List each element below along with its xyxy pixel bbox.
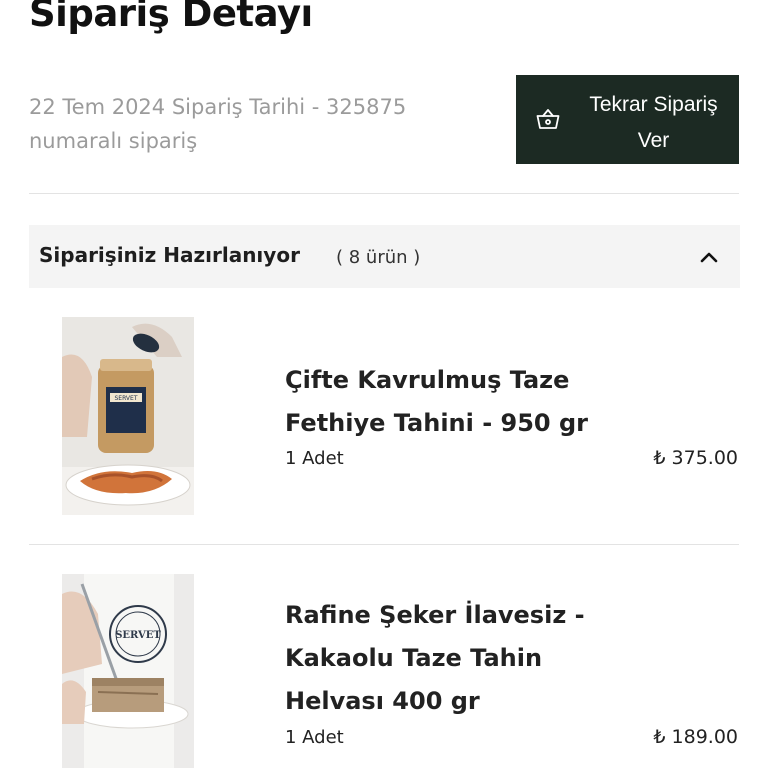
product-name[interactable]: Çifte Kavrulmuş Taze Fethiye Tahini - 95… — [285, 359, 615, 445]
divider — [29, 193, 739, 194]
product-count: ( 8 ürün ) — [336, 247, 421, 268]
jar-label-text: SERVET — [114, 395, 137, 402]
product-image[interactable]: SERVET — [62, 574, 194, 768]
page-title: Sipariş Detayı — [29, 0, 313, 35]
product-quantity: 1 Adet — [285, 448, 344, 469]
reorder-button-label: Tekrar Sipariş Ver — [589, 93, 718, 152]
order-status-accordion[interactable]: Siparişiniz Hazırlanıyor ( 8 ürün ) — [29, 225, 740, 288]
reorder-button[interactable]: Tekrar Sipariş Ver — [516, 75, 739, 164]
apron-logo-text: SERVET — [115, 630, 161, 641]
product-price: ₺ 375.00 — [653, 447, 738, 469]
product-quantity: 1 Adet — [285, 727, 344, 748]
product-image[interactable]: SERVET — [62, 317, 194, 515]
divider — [29, 544, 739, 545]
product-name[interactable]: Rafine Şeker İlavesiz - Kakaolu Taze Tah… — [285, 594, 615, 723]
chevron-up-icon[interactable] — [697, 245, 721, 269]
order-info: 22 Tem 2024 Sipariş Tarihi - 325875 numa… — [29, 95, 407, 153]
order-status-title: Siparişiniz Hazırlanıyor — [39, 243, 300, 267]
basket-icon — [536, 109, 560, 129]
product-price: ₺ 189.00 — [653, 726, 738, 748]
